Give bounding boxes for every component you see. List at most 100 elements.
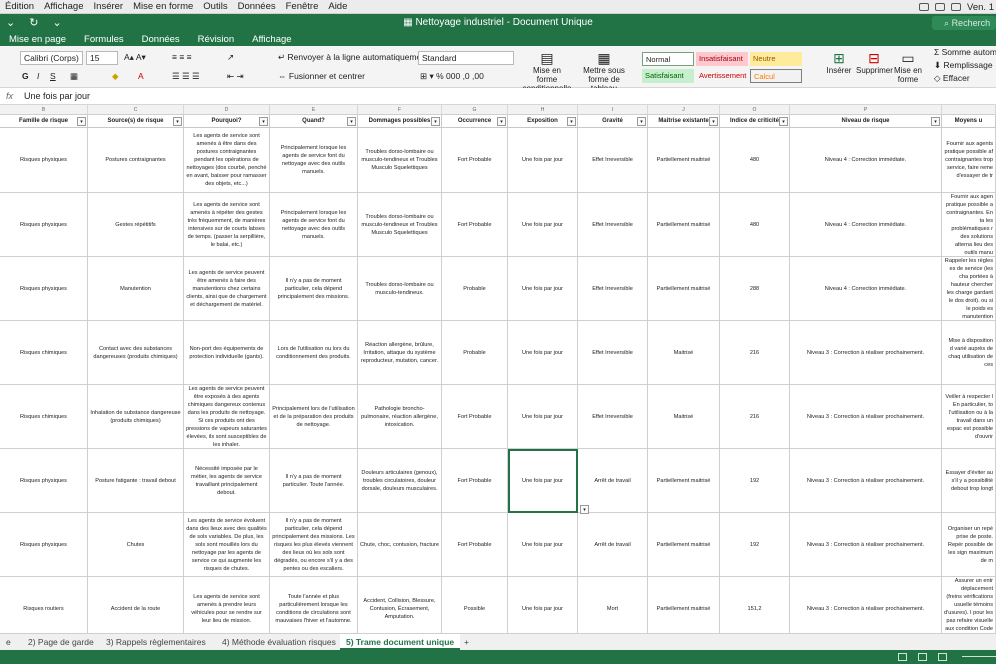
table-cell[interactable]: Une fois par jour [508, 257, 578, 320]
table-cell[interactable]: Maitrisé [648, 321, 720, 384]
filter-dropdown-icon[interactable]: ▾ [931, 117, 940, 126]
header-cell[interactable]: Maîtrise existante ▾ [648, 115, 720, 128]
tab-affichage[interactable]: Affichage [243, 34, 300, 45]
table-cell[interactable]: Les agents de service peuvent être amené… [184, 257, 270, 320]
table-cell[interactable]: Effet Irreversible [578, 128, 648, 192]
table-cell[interactable]: 480 [720, 193, 790, 256]
fill-button[interactable]: ⬇ Remplissage [934, 60, 993, 71]
table-cell[interactable]: Posture fatigante : travail debout [88, 449, 184, 512]
table-cell[interactable]: Possible [442, 577, 508, 633]
table-cell[interactable]: Il n'y a pas de moment particulier, cela… [270, 257, 358, 320]
menu-affichage[interactable]: Affichage [39, 1, 88, 12]
column-letter[interactable]: E [270, 105, 358, 115]
table-cell[interactable]: Troubles dorso-lombaire ou musculo-tendi… [358, 128, 442, 192]
table-cell[interactable]: Risques chimiques [0, 321, 88, 384]
align-left-icon[interactable]: ☰ ☰ ☰ [172, 71, 200, 82]
add-sheet-button[interactable]: + [458, 634, 475, 650]
table-cell[interactable]: Risques routiers [0, 577, 88, 633]
table-cell[interactable]: Effet Irreversible [578, 385, 648, 448]
number-format-icons[interactable]: ⊞ ▾ % 000 ,0 ,00 [420, 71, 484, 82]
table-cell[interactable]: Une fois par jour [508, 193, 578, 256]
column-letter[interactable]: O [720, 105, 790, 115]
table-cell[interactable]: Contact avec des substances dangereuses … [88, 321, 184, 384]
table-cell[interactable]: Gestes répétitifs [88, 193, 184, 256]
table-cell[interactable]: Partiellement maitrisé [648, 257, 720, 320]
column-letter[interactable]: P [790, 105, 942, 115]
table-cell[interactable]: Principalement lorsque les agents de ser… [270, 128, 358, 192]
header-cell[interactable]: Dommages possibles ▾ [358, 115, 442, 128]
header-cell[interactable]: Quand? ▾ [270, 115, 358, 128]
table-cell[interactable]: Manutention [88, 257, 184, 320]
table-cell[interactable]: Niveau 3 : Correction à réaliser prochai… [790, 577, 942, 633]
table-cell[interactable]: Nécessité imposée par le métier, les age… [184, 449, 270, 512]
autosum-button[interactable]: Σ Somme automatique [934, 47, 996, 57]
table-cell[interactable]: Une fois par jour [508, 513, 578, 576]
zoom-slider[interactable] [962, 656, 996, 657]
header-cell[interactable]: Occurrence ▾ [442, 115, 508, 128]
table-cell[interactable]: Niveau 3 : Correction à réaliser prochai… [790, 449, 942, 512]
table-cell[interactable]: Fournir aux agen pratique possible a con… [942, 193, 996, 256]
bold-button[interactable]: G [22, 71, 29, 81]
table-cell[interactable]: 216 [720, 321, 790, 384]
filter-dropdown-icon[interactable]: ▾ [637, 117, 646, 126]
column-letter[interactable]: G [442, 105, 508, 115]
tab-formules[interactable]: Formules [75, 34, 133, 45]
font-size-select[interactable]: 15 [86, 51, 118, 65]
header-cell[interactable]: Niveau de risque ▾ [790, 115, 942, 128]
menu-fenetre[interactable]: Fenêtre [281, 1, 324, 12]
header-cell[interactable]: Source(s) de risque ▾ [88, 115, 184, 128]
table-cell[interactable]: Risques physiques [0, 193, 88, 256]
table-cell[interactable]: 216 [720, 385, 790, 448]
table-cell[interactable]: Arrêt de travail [578, 513, 648, 576]
underline-button[interactable]: S [50, 71, 56, 81]
table-cell[interactable]: Les agents de service sont amenés à répé… [184, 193, 270, 256]
table-cell[interactable]: Niveau 3 : Correction à réaliser prochai… [790, 385, 942, 448]
table-cell[interactable]: Fort Probable [442, 385, 508, 448]
table-cell[interactable]: 288 [720, 257, 790, 320]
wrap-text-button[interactable]: ↵ Renvoyer à la ligne automatiquement [278, 52, 428, 63]
italic-button[interactable]: I [37, 71, 39, 81]
format-button[interactable]: ▭ Mise en forme [892, 50, 924, 84]
table-cell[interactable]: Risques physiques [0, 513, 88, 576]
menu-aide[interactable]: Aide [323, 1, 352, 12]
table-cell[interactable]: Risques physiques [0, 257, 88, 320]
table-cell[interactable]: 192 [720, 449, 790, 512]
table-cell[interactable]: Les agents de service sont amenés à pren… [184, 577, 270, 633]
table-cell[interactable]: Les agents de service évoluent dans des … [184, 513, 270, 576]
filter-dropdown-icon[interactable]: ▾ [709, 117, 718, 126]
dropbox-icon[interactable] [919, 3, 930, 11]
table-cell[interactable]: Mise à disposition d varié auprès de cha… [942, 321, 996, 384]
table-cell[interactable]: Lors de l'utilisation ou lors du conditi… [270, 321, 358, 384]
table-cell[interactable]: Partiellement maitrisé [648, 513, 720, 576]
table-format-button[interactable]: ▦Mettre sous forme de tableau [578, 50, 630, 93]
table-cell[interactable]: Troubles dorso-lombaire ou musculo-tendi… [358, 193, 442, 256]
page-break-icon[interactable] [938, 653, 947, 661]
menu-mise-en-forme[interactable]: Mise en forme [128, 1, 198, 12]
table-cell[interactable]: Effet Irreversible [578, 321, 648, 384]
menu-donnees[interactable]: Données [233, 1, 281, 12]
sheet-tab-methode[interactable]: 4) Méthode évaluation risques [216, 634, 342, 650]
table-cell[interactable]: Fournir aux agents pratique possible af … [942, 128, 996, 192]
table-cell[interactable]: Chutes [88, 513, 184, 576]
wifi-icon[interactable] [951, 3, 962, 11]
table-cell[interactable]: Fort Probable [442, 449, 508, 512]
table-cell[interactable]: Risques chimiques [0, 385, 88, 448]
battery-icon[interactable] [935, 3, 946, 11]
table-cell[interactable]: Une fois par jour [508, 128, 578, 192]
tab-mise-en-page[interactable]: Mise en page [0, 34, 75, 45]
clock[interactable]: Ven. 1 [967, 2, 994, 13]
table-cell[interactable]: Fort Probable [442, 513, 508, 576]
font-color-icon[interactable]: A [138, 71, 144, 81]
page-layout-icon[interactable] [918, 653, 927, 661]
table-cell[interactable]: Partiellement maitrisé [648, 128, 720, 192]
merge-center-button[interactable]: ⇔ Fusionner et centrer [278, 71, 365, 81]
table-cell[interactable]: Troubles dorso-lombaire ou musculo-tendi… [358, 257, 442, 320]
table-cell[interactable]: Niveau 3 : Correction à réaliser prochai… [790, 513, 942, 576]
align-top-icon[interactable]: ≡ ≡ ≡ [172, 52, 192, 62]
table-cell[interactable]: Les agents de service sont amenés à être… [184, 128, 270, 192]
tab-revision[interactable]: Révision [189, 34, 243, 45]
table-cell[interactable]: 480 [720, 128, 790, 192]
table-cell[interactable]: Non-port des équipements de protection i… [184, 321, 270, 384]
table-cell[interactable]: Accident de la route [88, 577, 184, 633]
table-cell[interactable]: Partiellement maitrisé [648, 577, 720, 633]
